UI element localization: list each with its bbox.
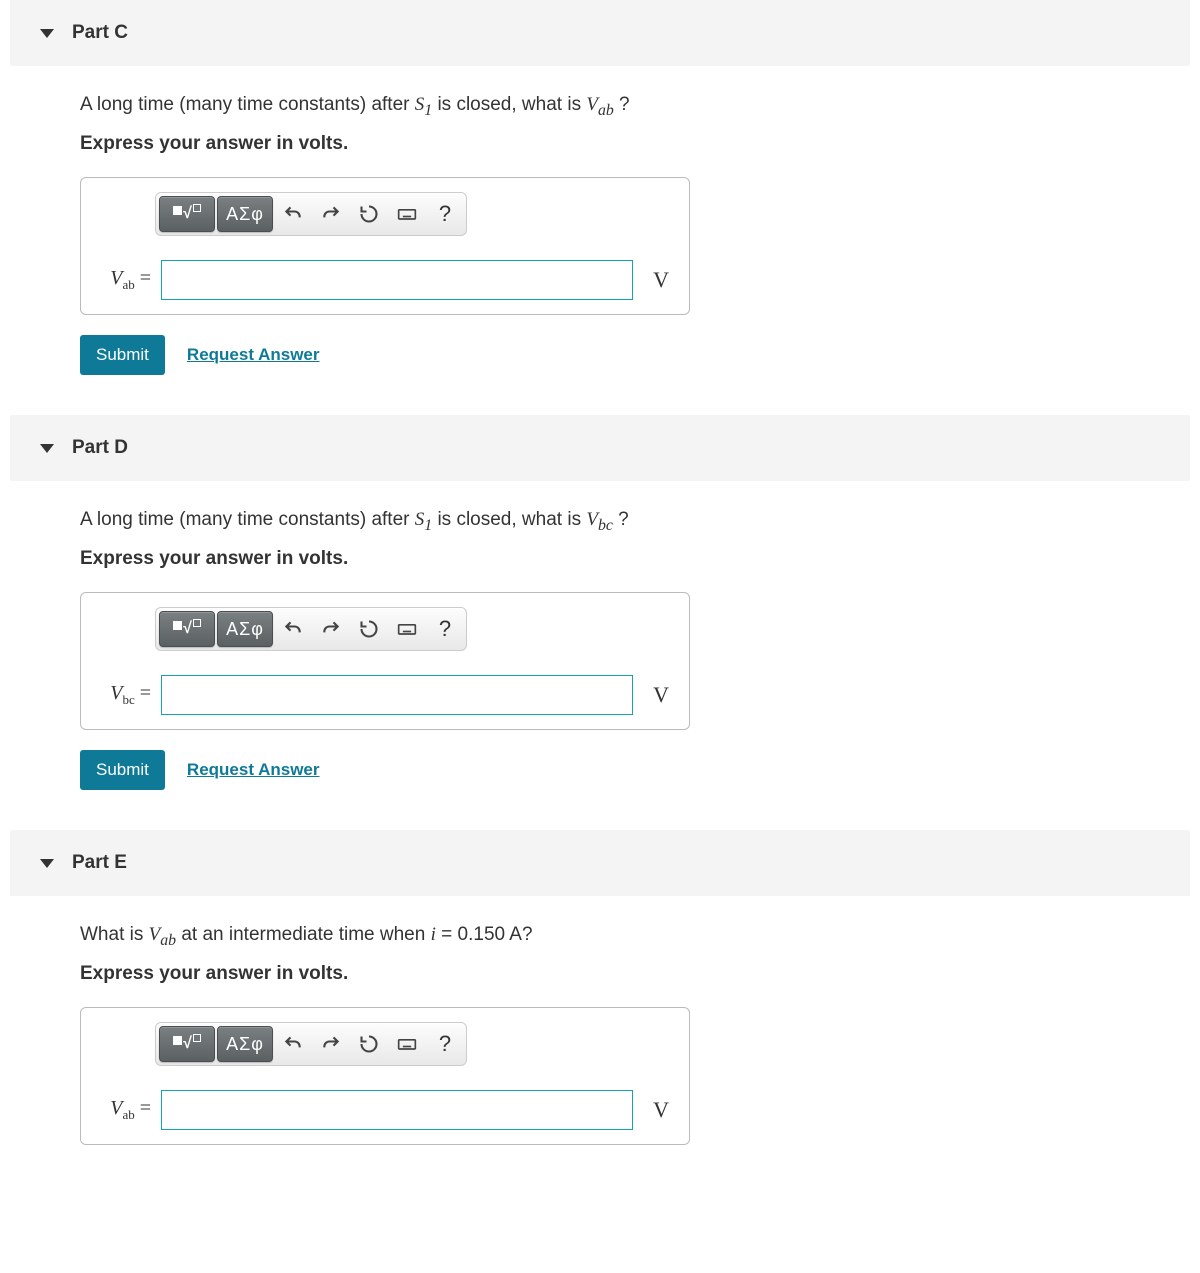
greek-symbols-button[interactable]: ΑΣφ (217, 611, 273, 647)
caret-down-icon (40, 859, 54, 868)
formula-toolbar: √ ΑΣφ ? (155, 192, 467, 236)
answer-input[interactable] (161, 675, 633, 715)
undo-button[interactable] (275, 1026, 311, 1062)
part-title: Part C (72, 22, 128, 44)
redo-button[interactable] (313, 196, 349, 232)
keyboard-button[interactable] (389, 1026, 425, 1062)
undo-button[interactable] (275, 196, 311, 232)
greek-symbols-button[interactable]: ΑΣφ (217, 196, 273, 232)
answer-box: √ ΑΣφ ? (80, 177, 690, 315)
variable-label: Vab = (95, 1097, 155, 1123)
submit-button[interactable]: Submit (80, 750, 165, 790)
part-header[interactable]: Part D (10, 415, 1190, 481)
unit-label: V (639, 1097, 675, 1123)
answer-box: √ ΑΣφ ? (80, 1007, 690, 1145)
instruction-text: Express your answer in volts. (80, 963, 1170, 985)
keyboard-button[interactable] (389, 611, 425, 647)
unit-label: V (639, 267, 675, 293)
formula-toolbar: √ ΑΣφ ? (155, 607, 467, 651)
answer-box: √ ΑΣφ ? (80, 592, 690, 730)
part-e: Part E What is Vab at an intermediate ti… (10, 830, 1190, 1165)
undo-button[interactable] (275, 611, 311, 647)
keyboard-button[interactable] (389, 196, 425, 232)
answer-input[interactable] (161, 260, 633, 300)
part-header[interactable]: Part C (10, 0, 1190, 66)
part-header[interactable]: Part E (10, 830, 1190, 896)
reset-button[interactable] (351, 611, 387, 647)
caret-down-icon (40, 29, 54, 38)
reset-button[interactable] (351, 1026, 387, 1062)
question-text: A long time (many time constants) after … (80, 505, 1170, 538)
math-templates-button[interactable]: √ (159, 196, 215, 232)
request-answer-link[interactable]: Request Answer (187, 760, 320, 780)
redo-button[interactable] (313, 1026, 349, 1062)
caret-down-icon (40, 444, 54, 453)
part-d: Part D A long time (many time constants)… (10, 415, 1190, 810)
instruction-text: Express your answer in volts. (80, 548, 1170, 570)
question-text: What is Vab at an intermediate time when… (80, 920, 1170, 953)
variable-label: Vbc = (95, 682, 155, 708)
part-c: Part C A long time (many time constants)… (10, 0, 1190, 395)
formula-toolbar: √ ΑΣφ ? (155, 1022, 467, 1066)
submit-button[interactable]: Submit (80, 335, 165, 375)
math-templates-button[interactable]: √ (159, 1026, 215, 1062)
reset-button[interactable] (351, 196, 387, 232)
redo-button[interactable] (313, 611, 349, 647)
variable-label: Vab = (95, 267, 155, 293)
help-button[interactable]: ? (427, 611, 463, 647)
part-title: Part E (72, 852, 127, 874)
greek-symbols-button[interactable]: ΑΣφ (217, 1026, 273, 1062)
math-templates-button[interactable]: √ (159, 611, 215, 647)
instruction-text: Express your answer in volts. (80, 133, 1170, 155)
request-answer-link[interactable]: Request Answer (187, 345, 320, 365)
part-title: Part D (72, 437, 128, 459)
unit-label: V (639, 682, 675, 708)
help-button[interactable]: ? (427, 196, 463, 232)
question-text: A long time (many time constants) after … (80, 90, 1170, 123)
answer-input[interactable] (161, 1090, 633, 1130)
help-button[interactable]: ? (427, 1026, 463, 1062)
